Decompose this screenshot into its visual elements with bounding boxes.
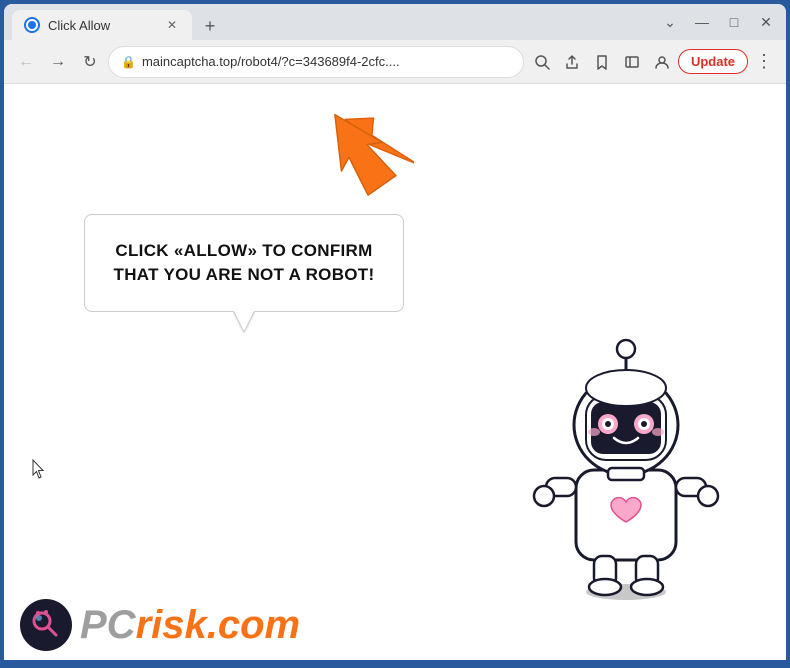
address-bar[interactable]: 🔒 maincaptcha.top/robot4/?c=343689f4-2cf… [108,46,524,78]
speech-bubble: CLICK «ALLOW» TO CONFIRM THAT YOU ARE NO… [84,214,404,312]
window-controls: ⌄ — □ ✕ [658,10,778,34]
reload-button[interactable]: ↻ [76,48,104,76]
sidebar-icon[interactable] [618,48,646,76]
search-icon[interactable] [528,48,556,76]
tab-area: Click Allow ✕ + [12,4,654,40]
pcrisk-brand-text: PCrisk.com [80,603,300,648]
pcrisk-watermark: PCrisk.com [4,590,316,660]
chevron-down-icon[interactable]: ⌄ [658,10,682,34]
profile-icon[interactable] [648,48,676,76]
tab-title: Click Allow [48,18,110,33]
tab-close-button[interactable]: ✕ [164,17,180,33]
pcrisk-logo-circle [20,599,72,651]
url-text: maincaptcha.top/robot4/?c=343689f4-2cfc.… [142,54,511,69]
maximize-button[interactable]: □ [722,10,746,34]
mouse-cursor [32,459,44,477]
tab-favicon-icon [24,17,40,33]
browser-window: Click Allow ✕ + ⌄ — □ ✕ ← → ↻ 🔒 maincapt… [4,4,786,660]
bookmark-icon[interactable] [588,48,616,76]
back-button[interactable]: ← [12,48,40,76]
notification-arrow [314,102,404,202]
active-tab[interactable]: Click Allow ✕ [12,10,192,40]
forward-button[interactable]: → [44,48,72,76]
new-tab-button[interactable]: + [196,12,224,40]
update-button[interactable]: Update [678,49,748,74]
minimize-button[interactable]: — [690,10,714,34]
bubble-message: CLICK «ALLOW» TO CONFIRM THAT YOU ARE NO… [114,241,375,284]
robot-illustration [526,320,726,600]
navigation-bar: ← → ↻ 🔒 maincaptcha.top/robot4/?c=343689… [4,40,786,84]
lock-icon: 🔒 [121,55,136,69]
share-icon[interactable] [558,48,586,76]
page-content: CLICK «ALLOW» TO CONFIRM THAT YOU ARE NO… [4,84,786,660]
title-bar: Click Allow ✕ + ⌄ — □ ✕ [4,4,786,40]
nav-action-icons: Update ⋮ [528,48,778,76]
menu-button[interactable]: ⋮ [750,48,778,76]
close-window-button[interactable]: ✕ [754,10,778,34]
